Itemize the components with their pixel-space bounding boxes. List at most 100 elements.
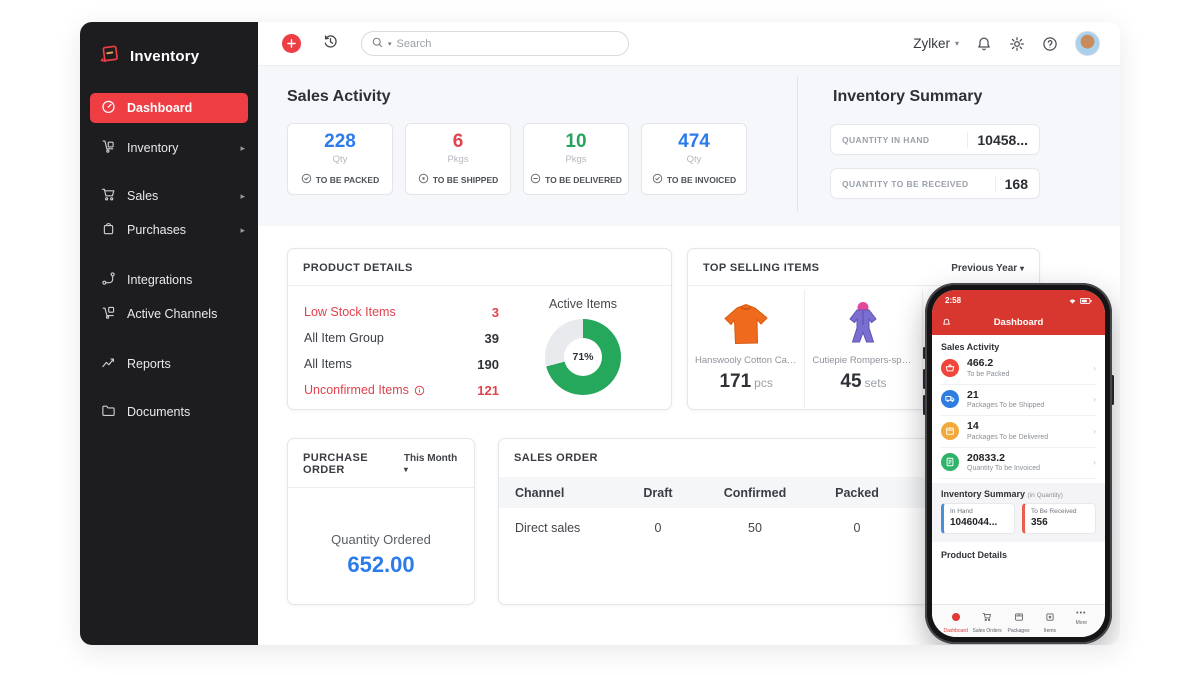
phone-sales-activity-title: Sales Activity <box>941 342 1000 352</box>
overview-strip: Sales Activity 228 Qty TO BE PACKED 6 Pk… <box>258 66 1120 226</box>
target-circle-icon <box>418 173 429 186</box>
sidebar-item-sales[interactable]: Sales ▸ <box>80 181 258 211</box>
purchase-order-filter-dropdown[interactable]: This Month ▾ <box>404 453 459 475</box>
topbar: ▾ Zylker ▾ <box>258 22 1120 66</box>
all-item-group-row[interactable]: All Item Group 39 <box>304 325 499 351</box>
truck-icon <box>941 390 959 409</box>
phone-home-indicator <box>996 638 1041 641</box>
settings-button[interactable] <box>1009 36 1025 52</box>
top-selling-title: TOP SELLING ITEMS <box>703 262 820 274</box>
history-clock-icon <box>322 33 339 55</box>
notifications-button[interactable] <box>976 36 992 52</box>
phone-body: Sales Activity 466.2 To be Packed › 21 Pac… <box>932 335 1105 637</box>
check-circle-icon <box>301 173 312 186</box>
product-details-rows: Low Stock Items 3 All Item Group 39 All … <box>304 299 499 403</box>
battery-icon <box>1080 291 1092 309</box>
active-items-donut: 71% <box>545 319 621 395</box>
strip-divider <box>797 76 798 212</box>
search-scope-caret-icon[interactable]: ▾ <box>388 40 392 48</box>
chevron-right-icon: › <box>1093 425 1096 436</box>
unconfirmed-items-row[interactable]: Unconfirmed Items 121 <box>304 377 499 403</box>
card-to-be-shipped[interactable]: 6 Pkgs TO BE SHIPPED <box>405 123 511 195</box>
phone-in-hand-card: In Hand 1046044... <box>941 503 1015 535</box>
sidebar: Inventory Dashboard Inventory ▸ Sales ▸ … <box>80 22 258 645</box>
low-stock-items-row[interactable]: Low Stock Items 3 <box>304 299 499 325</box>
chevron-right-icon: › <box>1093 394 1096 405</box>
app-title: Inventory <box>130 48 200 65</box>
phone-row-to-be-packed: 466.2 To be Packed › <box>941 353 1096 385</box>
info-icon[interactable] <box>414 385 425 396</box>
phone-row-to-be-shipped: 21 Packages To be Shipped › <box>941 385 1096 417</box>
sidebar-item-documents[interactable]: Documents <box>80 397 258 427</box>
chevron-down-icon: ▾ <box>954 39 959 48</box>
org-name: Zylker <box>913 36 950 51</box>
sidebar-item-integrations[interactable]: Integrations <box>80 265 258 295</box>
phone-header-title: Dashboard <box>993 317 1044 328</box>
top-selling-item-1[interactable]: Hanswooly Cotton Cas... 171 pcs <box>688 290 806 408</box>
user-avatar[interactable] <box>1075 31 1100 56</box>
active-items-label: Active Items <box>548 297 618 311</box>
gear-icon <box>1010 36 1024 51</box>
dashboard-dot-icon <box>951 609 961 626</box>
app-window: Inventory Dashboard Inventory ▸ Sales ▸ … <box>80 22 1120 645</box>
purchase-order-panel: PURCHASE ORDER This Month ▾ Quantity Ord… <box>287 438 475 605</box>
page: { "colors": { "sidebar_bg": "#1d1d20", "… <box>0 0 1200 675</box>
global-search: ▾ <box>361 31 629 56</box>
quick-create-button[interactable] <box>282 34 301 53</box>
phone-product-details-title: Product Details <box>941 550 1008 561</box>
purchase-order-title: PURCHASE ORDER <box>303 452 368 476</box>
phone-app-header: Dashboard <box>932 310 1105 335</box>
quantity-in-hand-row[interactable]: QUANTITY IN HAND 10458... <box>830 124 1040 155</box>
sidebar-item-inventory[interactable]: Inventory ▸ <box>80 133 258 163</box>
top-selling-item-2[interactable]: Cutiepie Rompers-spo... 45 sets <box>805 290 923 408</box>
check-circle-icon <box>652 173 663 186</box>
plus-icon <box>287 35 296 53</box>
cart-icon <box>982 609 992 626</box>
chevron-right-icon: › <box>1093 362 1096 373</box>
chevron-right-icon: › <box>1093 457 1096 468</box>
submenu-arrow-icon: ▸ <box>240 142 245 153</box>
quantity-to-be-received-row[interactable]: QUANTITY TO BE RECEIVED 168 <box>830 168 1040 199</box>
dashboard-icon <box>101 99 116 117</box>
search-input[interactable] <box>396 37 618 50</box>
submenu-arrow-icon: ▸ <box>240 224 245 235</box>
chevron-down-icon: ▾ <box>1019 263 1024 273</box>
card-to-be-invoiced[interactable]: 474 Qty TO BE INVOICED <box>641 123 747 195</box>
top-selling-filter-dropdown[interactable]: Previous Year ▾ <box>951 263 1024 274</box>
quantity-ordered-value: 652.00 <box>347 552 415 577</box>
org-switcher[interactable]: Zylker ▾ <box>913 36 959 51</box>
phone-nav-packages: Packages <box>1003 609 1034 634</box>
sidebar-item-reports[interactable]: Reports <box>80 349 258 379</box>
folder-icon <box>101 403 116 421</box>
phone-row-to-be-delivered: 14 Packages To be Delivered › <box>941 416 1096 448</box>
phone-to-be-received-card: To Be Received 356 <box>1022 503 1096 535</box>
cart-icon <box>101 187 116 205</box>
phone-mockup: 2:58 Dashboard Sales Activity 466.2 To be… <box>923 283 1114 644</box>
phone-bell-icon <box>942 318 951 327</box>
help-button[interactable] <box>1042 36 1058 52</box>
card-to-be-delivered[interactable]: 10 Pkgs TO BE DELIVERED <box>523 123 629 195</box>
help-icon <box>1043 36 1057 51</box>
phone-time: 2:58 <box>945 295 962 305</box>
phone-bottom-nav: Dashboard Sales Orders Packages Items ••… <box>932 604 1105 637</box>
phone-nav-dashboard: Dashboard <box>940 609 971 634</box>
sidebar-item-purchases[interactable]: Purchases ▸ <box>80 215 258 245</box>
inventory-icon <box>101 139 116 157</box>
sidebar-item-dashboard[interactable]: Dashboard <box>90 93 248 123</box>
chevron-down-icon: ▾ <box>403 465 408 474</box>
recent-history-button[interactable] <box>322 33 339 55</box>
sales-order-title: SALES ORDER <box>514 452 598 464</box>
channels-icon <box>101 305 116 323</box>
more-dots-icon: ••• <box>1076 610 1087 617</box>
wifi-icon <box>1068 291 1077 309</box>
box-icon <box>1045 609 1055 626</box>
package-icon <box>1014 609 1024 626</box>
integrations-icon <box>101 271 116 289</box>
product-details-title: PRODUCT DETAILS <box>303 262 413 274</box>
card-to-be-packed[interactable]: 228 Qty TO BE PACKED <box>287 123 393 195</box>
active-items-chart: Active Items 71% <box>528 297 638 395</box>
product-image-sweater <box>688 295 804 353</box>
all-items-row[interactable]: All Items 190 <box>304 351 499 377</box>
sidebar-item-active-channels[interactable]: Active Channels <box>80 299 258 329</box>
phone-nav-sales-orders: Sales Orders <box>971 609 1002 634</box>
